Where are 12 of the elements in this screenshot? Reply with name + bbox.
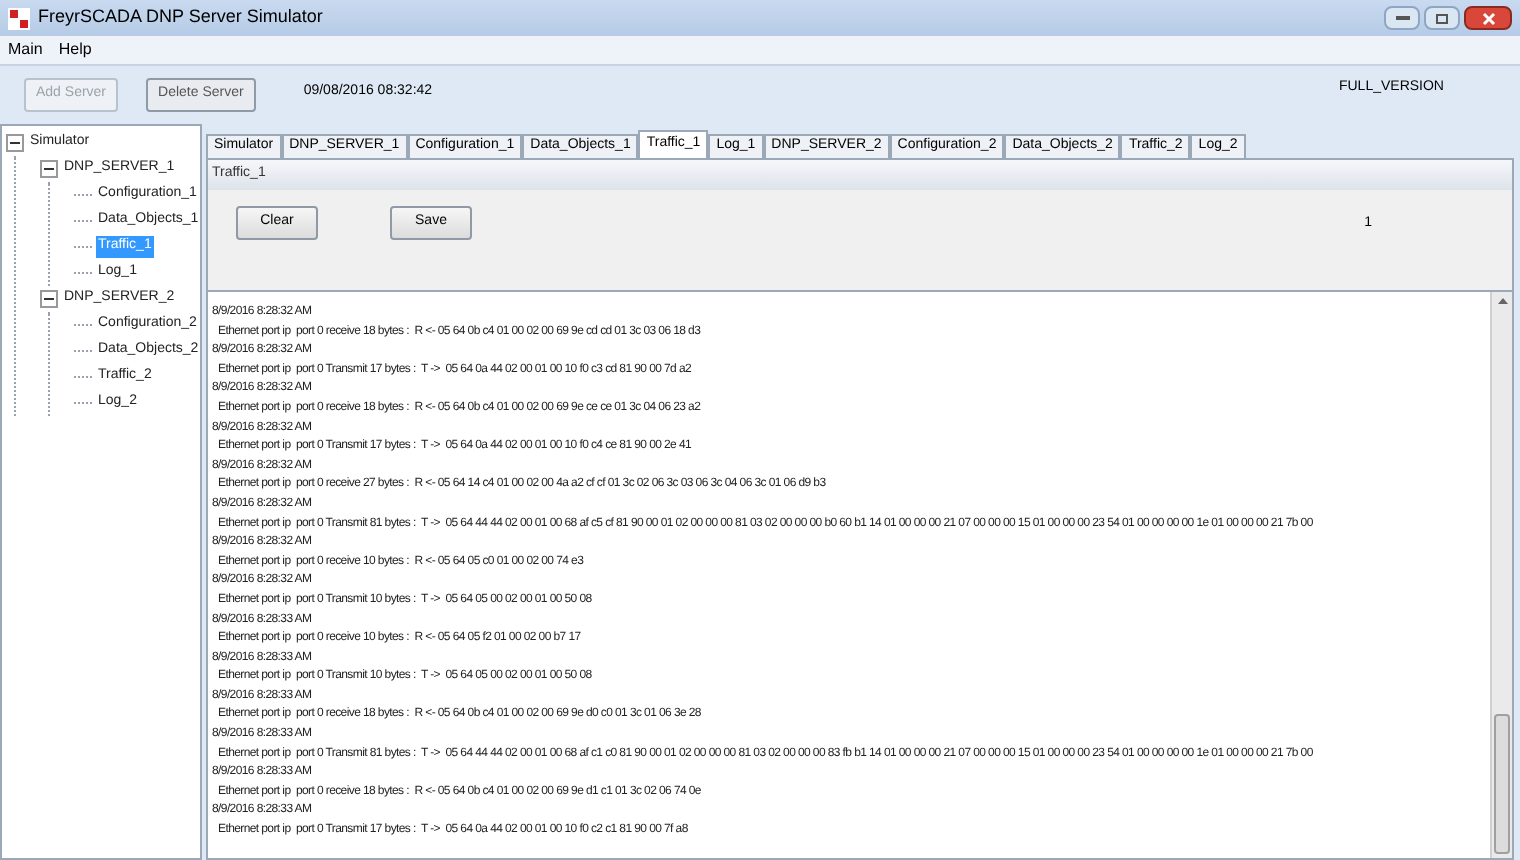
close-button[interactable] <box>1464 6 1512 30</box>
window-title: FreyrSCADA DNP Server Simulator <box>38 4 323 31</box>
close-icon <box>1481 11 1495 25</box>
collapse-icon[interactable] <box>6 134 24 152</box>
collapse-icon[interactable] <box>40 290 58 308</box>
minimize-button[interactable] <box>1384 6 1420 30</box>
menu-item[interactable]: Help <box>58 38 92 62</box>
app-logo-icon <box>8 7 30 29</box>
menu-item[interactable]: Main <box>8 38 43 62</box>
collapse-icon[interactable] <box>40 160 58 178</box>
restore-button[interactable] <box>1424 6 1460 30</box>
scrollbar-thumb[interactable] <box>1494 714 1510 854</box>
